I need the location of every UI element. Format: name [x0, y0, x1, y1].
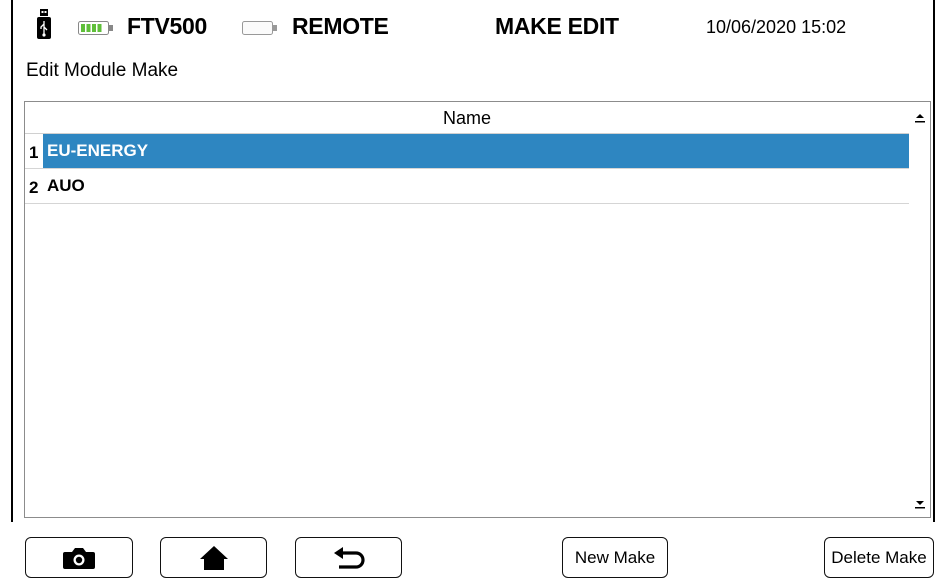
- camera-button[interactable]: [25, 537, 133, 578]
- page-title: Edit Module Make: [26, 60, 179, 81]
- delete-make-button[interactable]: Delete Make: [824, 537, 934, 578]
- frame-border-left: [11, 0, 13, 522]
- device-name: FTV500: [127, 13, 208, 39]
- screen-title: MAKE EDIT: [495, 13, 619, 39]
- row-number: 2: [29, 178, 39, 197]
- table-row[interactable]: 2 AUO: [25, 169, 909, 204]
- battery-icon: [78, 21, 114, 35]
- back-button[interactable]: [295, 537, 402, 578]
- new-make-button[interactable]: New Make: [562, 537, 668, 578]
- frame-border-right: [933, 0, 935, 522]
- home-icon: [199, 545, 229, 571]
- make-table: Name 1 EU-ENERGY 2 AUO: [24, 101, 931, 518]
- column-header-name[interactable]: Name: [25, 102, 909, 134]
- datetime: 10/06/2020 15:02: [706, 17, 847, 37]
- row-number: 1: [25, 134, 43, 168]
- camera-icon: [62, 546, 96, 570]
- row-name: AUO: [47, 176, 85, 195]
- remote-label: REMOTE: [292, 13, 389, 39]
- scroll-down-icon[interactable]: [913, 496, 927, 510]
- row-name: EU-ENERGY: [47, 141, 149, 160]
- back-arrow-icon: [332, 545, 366, 571]
- home-button[interactable]: [160, 537, 267, 578]
- vertical-scrollbar[interactable]: [909, 102, 930, 517]
- scroll-up-icon[interactable]: [913, 110, 927, 124]
- remote-battery-icon: [242, 21, 278, 35]
- table-row[interactable]: 1 EU-ENERGY: [25, 134, 909, 169]
- usb-icon: [37, 9, 51, 41]
- status-bar: FTV500 REMOTE MAKE EDIT 10/06/2020 15:02: [0, 0, 943, 50]
